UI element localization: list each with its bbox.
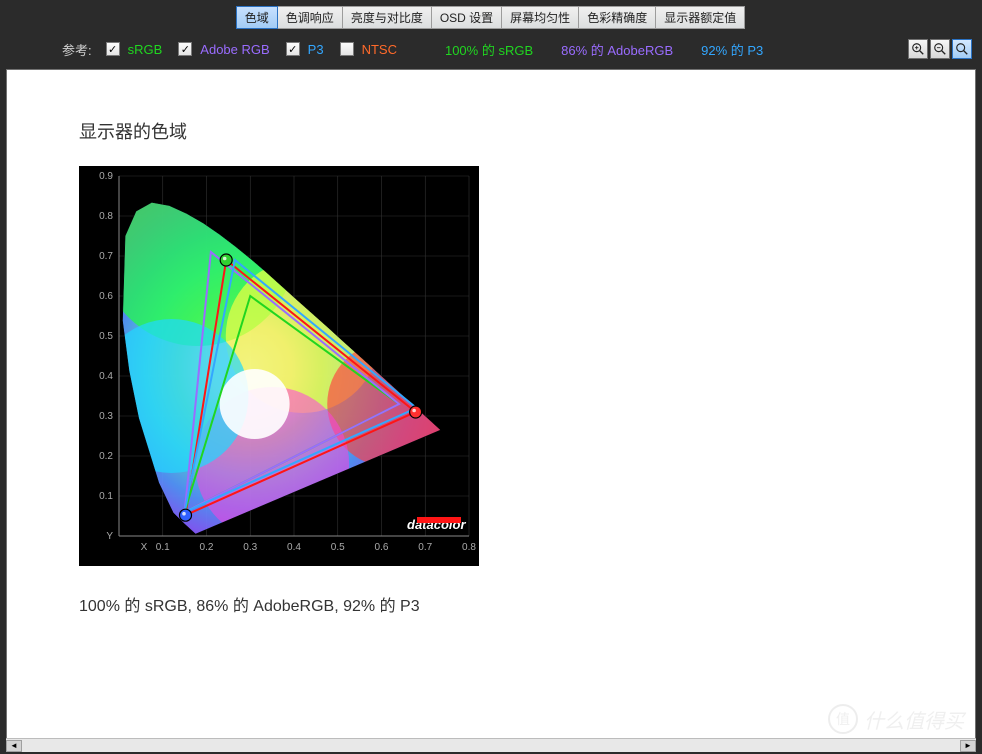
- svg-text:0.4: 0.4: [287, 542, 301, 553]
- tab-2[interactable]: 亮度与对比度: [342, 6, 432, 29]
- zoom-out-button[interactable]: [930, 39, 950, 59]
- scroll-right-button[interactable]: ►: [960, 740, 976, 752]
- gamut-chart: 0.1 0.2 0.3 0.4 0.5 0.6 0.7 0.8 0.1 0.2 0.3 0.4 0.5 0…: [79, 166, 479, 566]
- svg-text:Y: Y: [106, 531, 113, 542]
- svg-text:0.8: 0.8: [99, 211, 113, 222]
- checkbox-adobergb[interactable]: ✓: [178, 42, 192, 56]
- svg-text:0.2: 0.2: [99, 451, 113, 462]
- page-title: 显示器的色域: [79, 118, 887, 144]
- tab-5[interactable]: 色彩精确度: [578, 6, 656, 29]
- svg-text:0.9: 0.9: [99, 171, 113, 182]
- checkbox-p3[interactable]: ✓: [286, 42, 300, 56]
- svg-text:0.7: 0.7: [418, 542, 432, 553]
- checkbox-label: Adobe RGB: [200, 42, 269, 57]
- svg-text:0.6: 0.6: [99, 291, 113, 302]
- coverage-text: 86% 的 AdobeRGB: [561, 40, 673, 59]
- svg-text:0.5: 0.5: [99, 331, 113, 342]
- tab-6[interactable]: 显示器额定值: [655, 6, 745, 29]
- svg-text:0.2: 0.2: [200, 542, 214, 553]
- content-panel: 显示器的色域 0.1 0.2 0.3 0.4 0.5 0.6 0.7 0.8 0.1 0.2 0.3…: [6, 69, 976, 748]
- horizontal-scrollbar[interactable]: ◄ ►: [6, 738, 976, 752]
- tab-1[interactable]: 色调响应: [277, 6, 343, 29]
- reference-label: 参考:: [62, 40, 92, 59]
- svg-text:0.1: 0.1: [156, 542, 170, 553]
- scroll-left-button[interactable]: ◄: [6, 740, 22, 752]
- reference-bar: 参考: ✓ sRGB ✓ Adobe RGB ✓ P3 ✓ NTSC 100% 的 sRGB 8…: [0, 31, 982, 69]
- svg-text:0.3: 0.3: [99, 411, 113, 422]
- svg-text:0.4: 0.4: [99, 371, 113, 382]
- svg-text:0.6: 0.6: [375, 542, 389, 553]
- svg-text:0.8: 0.8: [462, 542, 476, 553]
- checkbox-ntsc[interactable]: ✓: [340, 42, 354, 56]
- checkbox-srgb[interactable]: ✓: [106, 42, 120, 56]
- svg-text:0.3: 0.3: [243, 542, 257, 553]
- svg-text:X: X: [141, 542, 148, 553]
- tab-3[interactable]: OSD 设置: [431, 6, 502, 29]
- tab-bar: 色域色调响应亮度与对比度OSD 设置屏幕均匀性色彩精确度显示器额定值: [0, 0, 982, 31]
- tab-4[interactable]: 屏幕均匀性: [501, 6, 579, 29]
- zoom-in-button[interactable]: [908, 39, 928, 59]
- coverage-text: 92% 的 P3: [701, 40, 763, 59]
- checkbox-label: NTSC: [362, 42, 397, 57]
- svg-text:0.5: 0.5: [331, 542, 345, 553]
- checkbox-label: sRGB: [128, 42, 163, 57]
- svg-text:0.7: 0.7: [99, 251, 113, 262]
- tab-0[interactable]: 色域: [236, 6, 278, 29]
- svg-text:0.1: 0.1: [99, 491, 113, 502]
- checkbox-label: P3: [308, 42, 324, 57]
- coverage-text: 100% 的 sRGB: [445, 40, 533, 59]
- chart-caption: 100% 的 sRGB, 86% 的 AdobeRGB, 92% 的 P3: [79, 592, 887, 616]
- zoom-fit-button[interactable]: [952, 39, 972, 59]
